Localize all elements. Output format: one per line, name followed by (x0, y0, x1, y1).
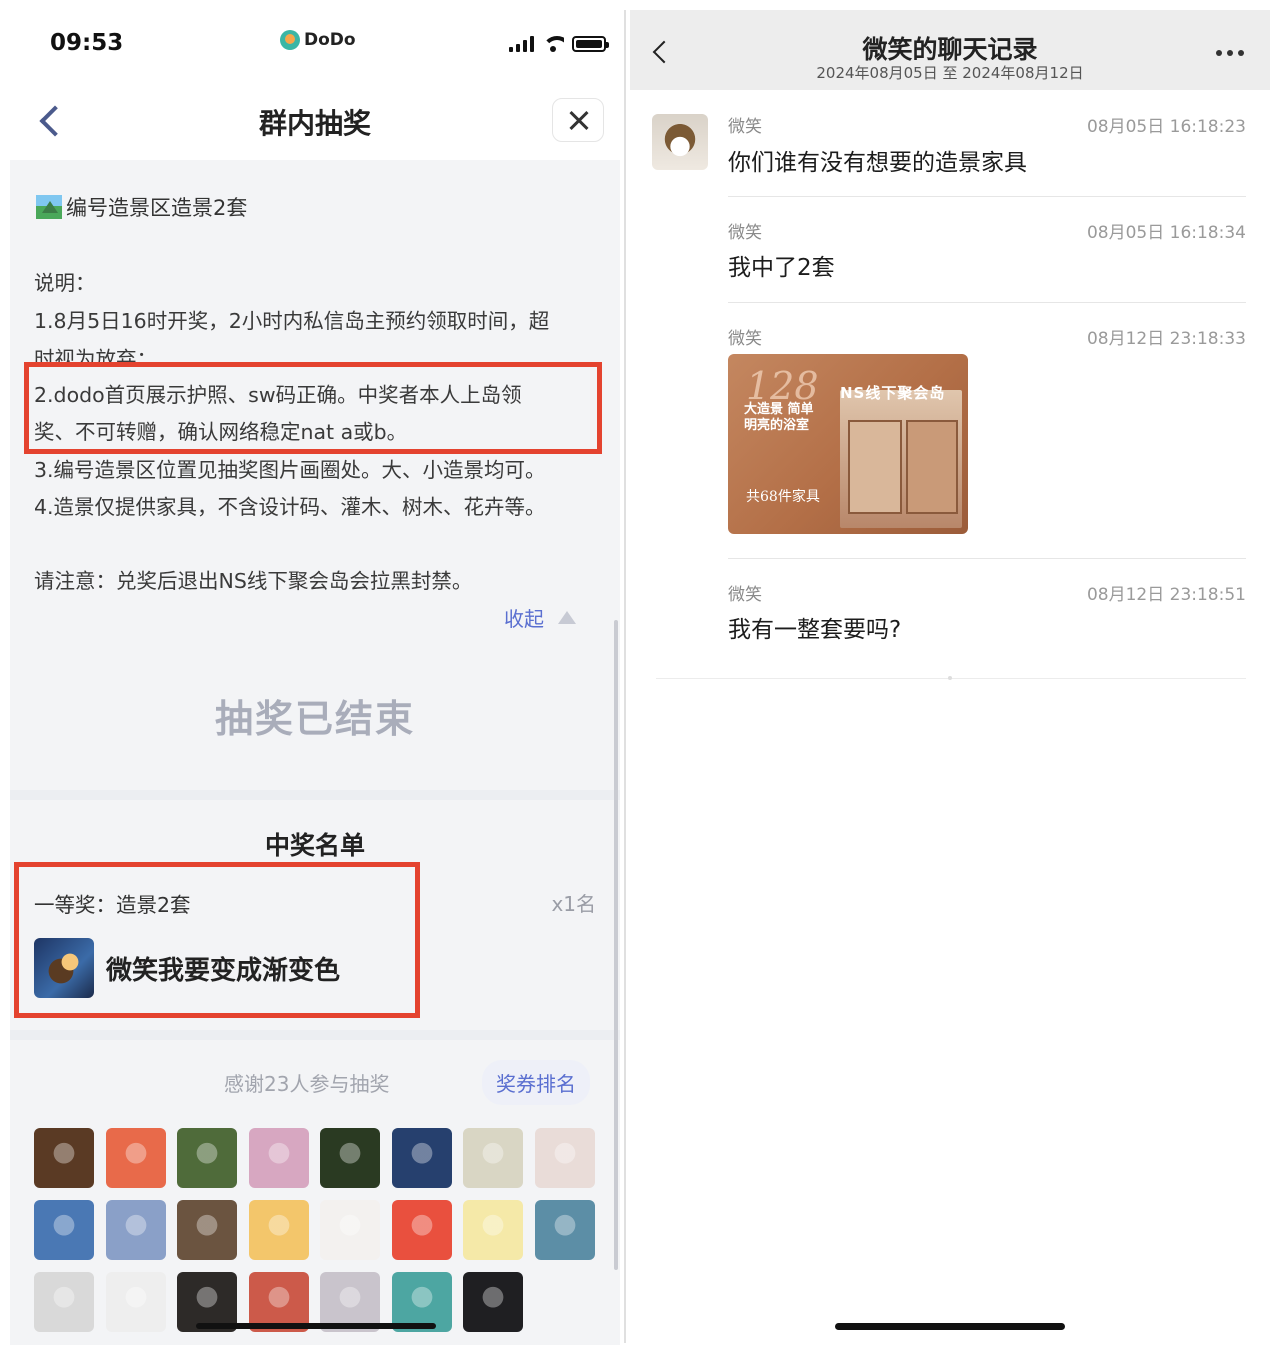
message-sender: 微笑 (728, 585, 762, 605)
signal-icon (509, 36, 534, 52)
description-line: 1.8月5日16时开奖，2小时内私信岛主预约领取时间，超 (34, 309, 550, 333)
message-image[interactable]: 128 NS线下聚会岛 大造景 简单明亮的浴室 共68件家具 (728, 354, 968, 534)
chat-history-panel: 微笑的聊天记录 2024年08月05日 至 2024年08月12日 微笑 08月… (630, 10, 1270, 1343)
participant-avatar[interactable] (105, 1272, 166, 1332)
message-divider (728, 302, 1246, 303)
screenshot-root: 09:53 DoDo 群内抽奖 编号造景区造景2套 说明： 1.8月5日16时开… (0, 0, 1280, 1353)
lottery-panel: 09:53 DoDo 群内抽奖 编号造景区造景2套 说明： 1.8月5日16时开… (10, 0, 620, 1345)
nav-bar: 群内抽奖 (10, 90, 620, 160)
section-divider (10, 1030, 620, 1040)
participant-avatar[interactable] (105, 1128, 166, 1188)
image-caption: 大造景 简单明亮的浴室 (744, 402, 814, 433)
ticket-ranking-button[interactable]: 奖券排名 (482, 1060, 590, 1105)
participant-avatar[interactable] (534, 1128, 595, 1188)
more-options-icon[interactable] (1216, 50, 1244, 56)
image-room-preview (840, 390, 962, 528)
participant-avatar[interactable] (320, 1128, 380, 1188)
description-note: 请注意：兑奖后退出NS线下聚会岛会拉黑封禁。 (34, 569, 473, 593)
panel-divider (620, 0, 630, 1353)
message-sender: 微笑 (728, 223, 762, 243)
battery-icon (572, 36, 609, 52)
collapse-arrow-icon (558, 611, 576, 624)
winner-count: x1名 (551, 892, 596, 916)
message-text[interactable]: 我有一整套要吗? (728, 610, 901, 644)
description-line: 3.编号造景区位置见抽奖图片画圈处。大、小造景均可。 (34, 458, 546, 482)
participant-avatar[interactable] (320, 1200, 380, 1260)
message-time: 08月05日 16:18:23 (1086, 117, 1246, 137)
highlight-box (14, 862, 420, 1018)
page-title: 群内抽奖 (258, 107, 371, 140)
participant-avatar[interactable] (177, 1128, 237, 1188)
message-sender: 微笑 (728, 329, 762, 349)
participant-avatar[interactable] (105, 1200, 166, 1260)
status-bar: 09:53 DoDo (10, 0, 620, 90)
chat-title: 微笑的聊天记录 (862, 35, 1038, 64)
message-time: 08月12日 23:18:33 (1086, 329, 1246, 349)
message-divider (728, 196, 1246, 197)
dodo-app-name: DoDo (304, 30, 356, 50)
description-line: 4.造景仅提供家具，不含设计码、灌木、树木、花卉等。 (34, 495, 546, 519)
participant-avatar[interactable] (391, 1128, 452, 1188)
collapse-label: 收起 (504, 607, 544, 631)
winners-title: 中奖名单 (264, 831, 365, 860)
participant-avatar[interactable] (463, 1272, 523, 1332)
message-sender: 微笑 (728, 117, 762, 137)
participant-avatar[interactable] (34, 1128, 94, 1188)
section-divider (10, 790, 620, 800)
participant-avatar[interactable] (248, 1128, 309, 1188)
prize-title-text: 编号造景区造景2套 (66, 196, 248, 220)
status-time: 09:53 (50, 30, 124, 56)
message-time: 08月12日 23:18:51 (1086, 585, 1246, 605)
history-end-dot (948, 676, 952, 680)
image-footer: 共68件家具 (746, 489, 820, 505)
participant-avatar[interactable] (34, 1200, 94, 1260)
sender-avatar[interactable] (652, 114, 708, 170)
participant-avatar[interactable] (463, 1200, 523, 1260)
description-line: 时视为放弃； (34, 347, 157, 364)
chat-date-range: 2024年08月05日 至 2024年08月12日 (816, 64, 1084, 82)
participant-avatar[interactable] (177, 1200, 237, 1260)
highlight-box (24, 362, 602, 454)
participants-thanks: 感谢23人参与抽奖 (224, 1072, 390, 1096)
prize-title: 编号造景区造景2套 (36, 192, 247, 222)
close-button[interactable] (552, 98, 604, 142)
message-text[interactable]: 你们谁有没有想要的造景家具 (728, 143, 1027, 177)
collapse-button[interactable]: 收起 (504, 603, 576, 632)
wifi-icon (542, 36, 564, 52)
description-label: 说明： (34, 271, 96, 295)
dodo-logo-icon (280, 30, 300, 50)
home-indicator[interactable] (196, 1323, 436, 1329)
participant-avatar[interactable] (534, 1200, 595, 1260)
participant-avatar[interactable] (391, 1200, 452, 1260)
participant-avatar[interactable] (34, 1272, 94, 1332)
scrollbar[interactable] (614, 620, 618, 1270)
home-indicator[interactable] (835, 1323, 1065, 1330)
dodo-logo: DoDo (280, 30, 356, 50)
participant-avatar[interactable] (463, 1128, 523, 1188)
message-text[interactable]: 我中了2套 (728, 248, 835, 282)
message-divider (728, 558, 1246, 559)
system-icons (509, 36, 609, 52)
lottery-ended-label: 抽奖已结束 (214, 697, 415, 741)
chat-header: 微笑的聊天记录 2024年08月05日 至 2024年08月12日 (630, 10, 1270, 90)
landscape-picture-icon (36, 195, 62, 219)
participant-avatar[interactable] (248, 1200, 309, 1260)
message-time: 08月05日 16:18:34 (1086, 223, 1246, 243)
image-title: NS线下聚会岛 (840, 384, 946, 402)
